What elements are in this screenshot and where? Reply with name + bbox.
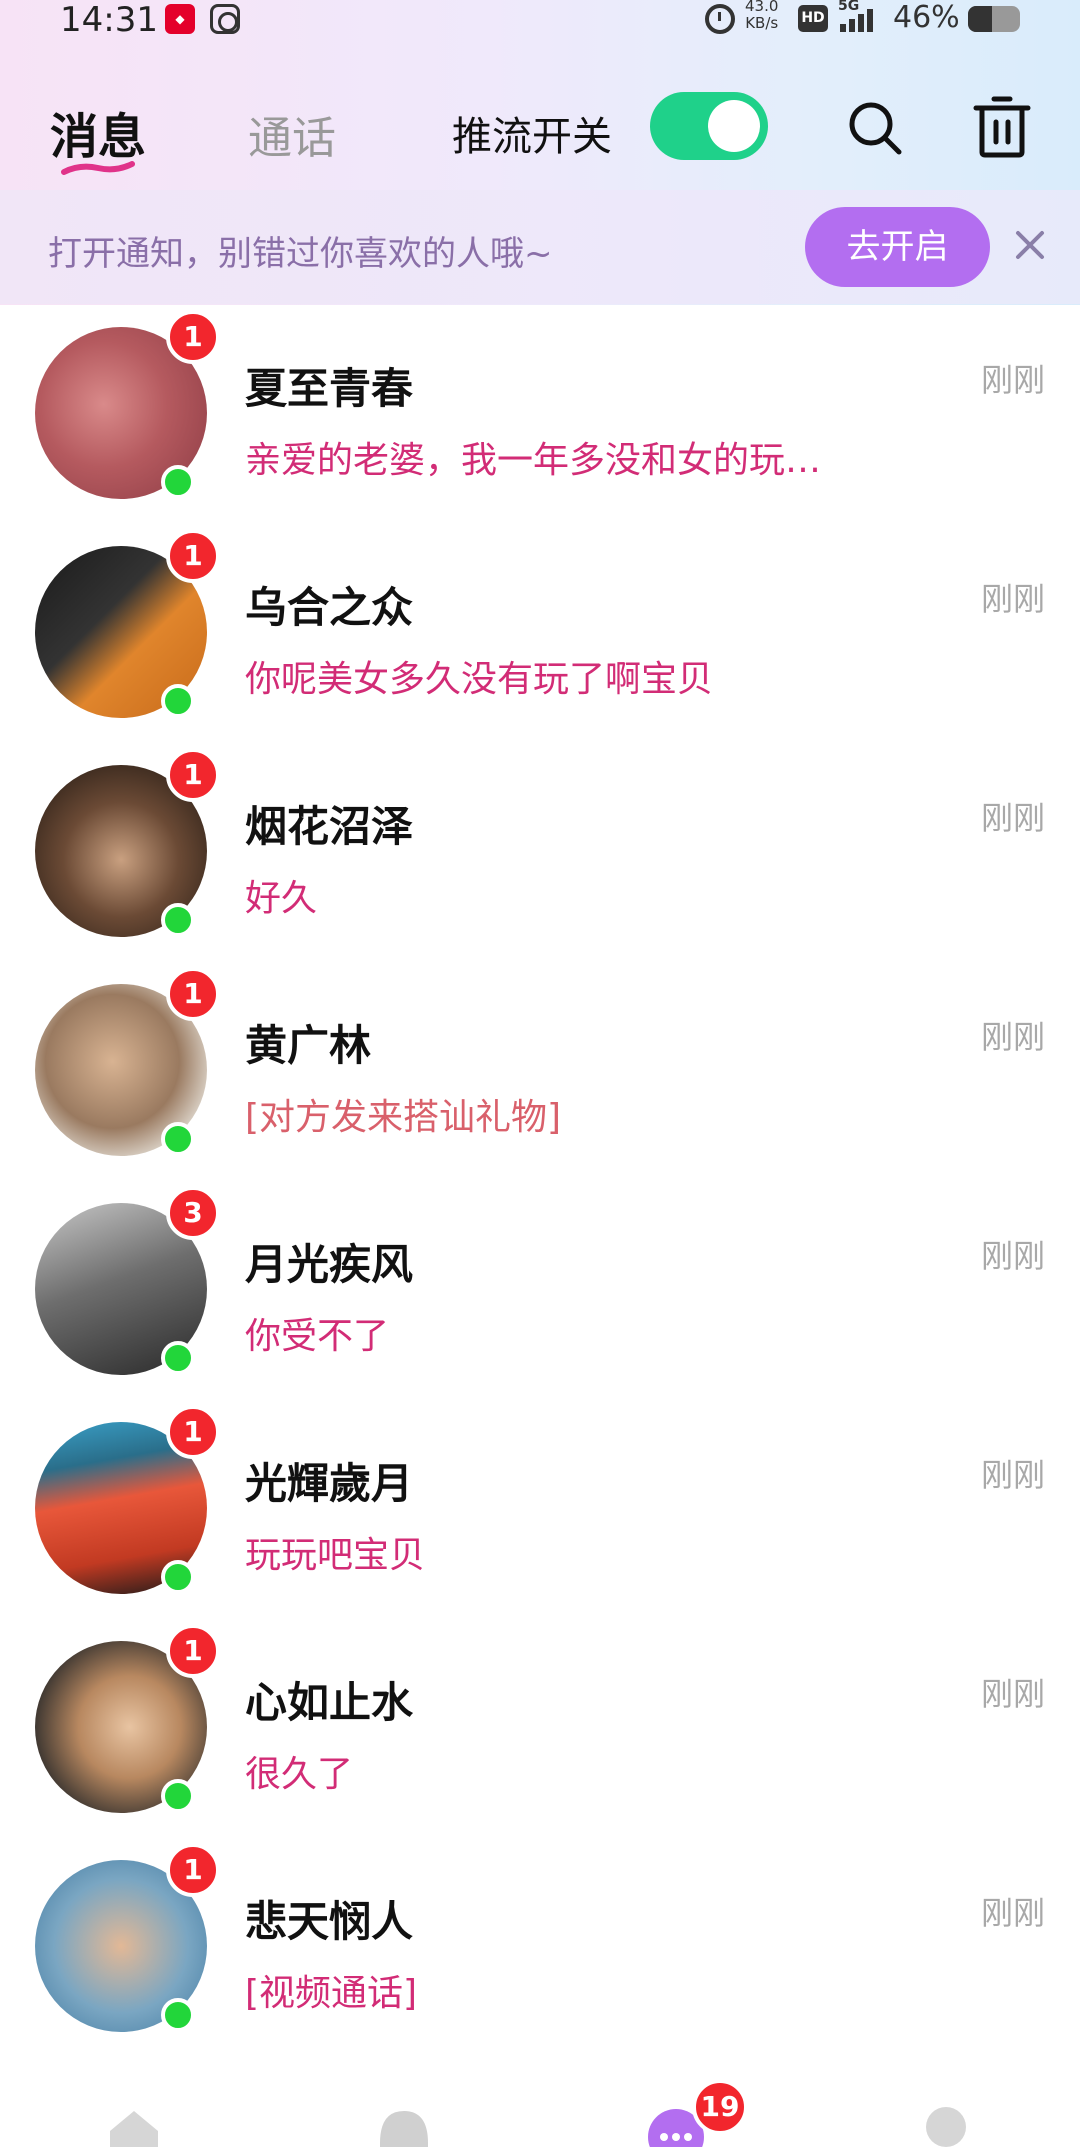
- toggle-knob: [708, 100, 760, 152]
- online-indicator: [161, 1341, 195, 1375]
- app-notification-icon: ◆: [165, 4, 195, 34]
- message-time: 刚刚: [980, 799, 1045, 837]
- contact-name: 光輝歲月: [245, 1459, 414, 1508]
- tab-messages[interactable]: 消息: [50, 97, 146, 167]
- conversation-row[interactable]: 1 悲天悯人 [视频通话] 刚刚: [0, 1838, 1080, 2057]
- message-preview: 亲爱的老婆，我一年多没和女的玩…: [245, 440, 822, 481]
- stream-switch-label: 推流开关: [452, 114, 612, 160]
- unread-badge: 1: [166, 529, 220, 583]
- conversation-row[interactable]: 1 乌合之众 你呢美女多久没有玩了啊宝贝 刚刚: [0, 524, 1080, 743]
- contact-name: 月光疾风: [245, 1240, 414, 1289]
- network-speed: 43.0 KB/s: [745, 0, 778, 32]
- hd-icon: HD: [798, 5, 828, 32]
- message-time: 刚刚: [980, 1237, 1045, 1275]
- message-time: 刚刚: [980, 1456, 1045, 1494]
- stream-switch-toggle[interactable]: [650, 92, 768, 160]
- conversation-row[interactable]: 3 月光疾风 你受不了 刚刚: [0, 1181, 1080, 1400]
- contact-name: 烟花沼泽: [245, 802, 414, 851]
- online-indicator: [161, 1122, 195, 1156]
- unread-badge: 1: [166, 310, 220, 364]
- signal-icon: 5G: [838, 0, 884, 34]
- unread-badge: 1: [166, 1624, 220, 1678]
- notification-text: 打开通知，别错过你喜欢的人哦~: [48, 234, 553, 274]
- app-notification-icon-2: [210, 4, 240, 34]
- network-type: 5G: [838, 0, 860, 14]
- contact-name: 黄广林: [245, 1021, 372, 1070]
- online-indicator: [161, 684, 195, 718]
- battery-icon: [968, 6, 1020, 32]
- unread-badge: 1: [166, 1405, 220, 1459]
- online-indicator: [161, 903, 195, 937]
- online-indicator: [161, 1998, 195, 2032]
- unread-badge: 1: [166, 748, 220, 802]
- message-preview: [对方发来搭讪礼物]: [245, 1097, 562, 1138]
- message-preview: 很久了: [245, 1754, 354, 1795]
- trash-icon[interactable]: [972, 96, 1032, 158]
- signal-bar: [840, 24, 846, 32]
- message-time: 刚刚: [980, 1018, 1045, 1056]
- notification-banner: 打开通知，别错过你喜欢的人哦~ 去开启: [0, 190, 1080, 304]
- conversation-row[interactable]: 1 夏至青春 亲爱的老婆，我一年多没和女的玩… 刚刚: [0, 305, 1080, 524]
- status-time: 14:31: [60, 0, 158, 40]
- message-preview: 你呢美女多久没有玩了啊宝贝: [245, 659, 714, 700]
- unread-badge: 1: [166, 1843, 220, 1897]
- signal-bar: [867, 9, 873, 32]
- message-preview: 好久: [245, 878, 318, 919]
- online-indicator: [161, 1560, 195, 1594]
- online-indicator: [161, 465, 195, 499]
- enable-notifications-button[interactable]: 去开启: [805, 207, 990, 287]
- conversation-row[interactable]: 1 心如止水 很久了 刚刚: [0, 1619, 1080, 1838]
- signal-bar: [849, 19, 855, 32]
- online-indicator: [161, 1779, 195, 1813]
- network-speed-value: 43.0: [745, 0, 779, 15]
- battery-fill: [968, 6, 992, 32]
- message-time: 刚刚: [980, 580, 1045, 618]
- conversation-row[interactable]: 1 黄广林 [对方发来搭讪礼物] 刚刚: [0, 962, 1080, 1181]
- tab-active-indicator: [61, 161, 135, 175]
- home-icon[interactable]: [104, 2103, 164, 2147]
- close-icon[interactable]: [1010, 225, 1050, 265]
- status-bar: 14:31 ◆ 43.0 KB/s HD 5G 46%: [0, 0, 1080, 50]
- alarm-icon: [705, 4, 735, 34]
- contact-name: 夏至青春: [245, 364, 414, 413]
- battery-percent: 46%: [893, 0, 960, 35]
- profile-icon[interactable]: [922, 2103, 982, 2147]
- contact-name: 乌合之众: [245, 583, 414, 632]
- message-preview: 玩玩吧宝贝: [245, 1535, 426, 1576]
- message-preview: 你受不了: [245, 1316, 390, 1357]
- messages-unread-badge: 19: [692, 2079, 748, 2135]
- message-preview: [视频通话]: [245, 1973, 418, 2014]
- message-time: 刚刚: [980, 361, 1045, 399]
- discover-icon[interactable]: [374, 2103, 434, 2147]
- search-icon[interactable]: [845, 98, 905, 158]
- conversation-row[interactable]: 1 烟花沼泽 好久 刚刚: [0, 743, 1080, 962]
- contact-name: 悲天悯人: [245, 1897, 414, 1946]
- message-time: 刚刚: [980, 1894, 1045, 1932]
- conversation-row[interactable]: 1 光輝歲月 玩玩吧宝贝 刚刚: [0, 1400, 1080, 1619]
- unread-badge: 1: [166, 967, 220, 1021]
- contact-name: 心如止水: [245, 1678, 414, 1727]
- signal-bar: [858, 14, 864, 32]
- tab-calls[interactable]: 通话: [248, 102, 336, 166]
- unread-badge: 3: [166, 1186, 220, 1240]
- bottom-nav: [0, 2085, 1080, 2147]
- network-speed-unit: KB/s: [745, 14, 779, 32]
- message-time: 刚刚: [980, 1675, 1045, 1713]
